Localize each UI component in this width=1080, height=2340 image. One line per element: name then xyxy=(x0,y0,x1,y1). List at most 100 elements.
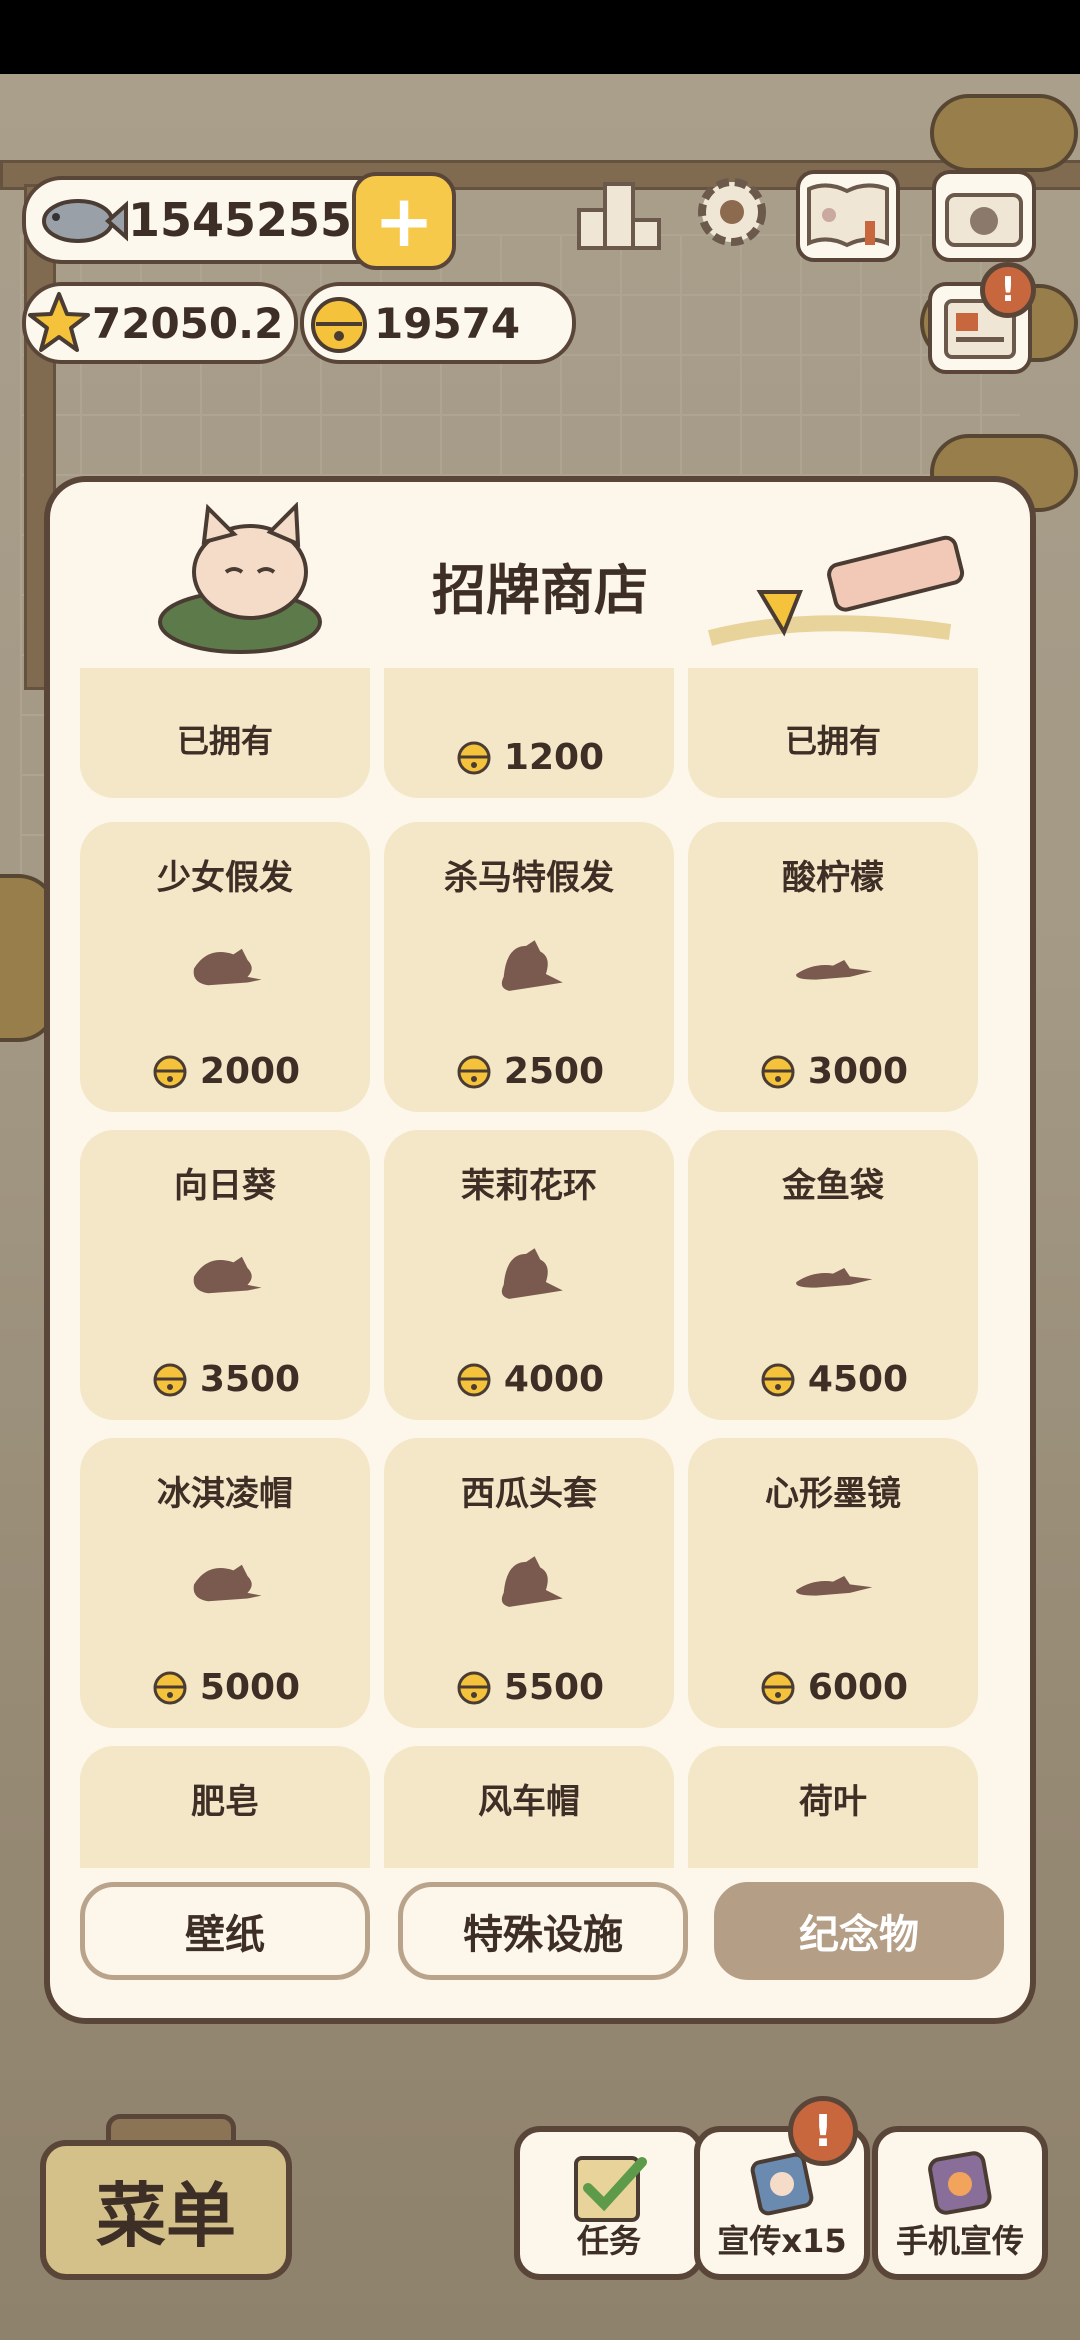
item-card[interactable]: 冰淇凌帽 5000 xyxy=(80,1438,370,1728)
paint-roller-icon xyxy=(707,535,965,646)
cat-silhouette-icon xyxy=(501,1556,563,1607)
item-card[interactable]: 1200 xyxy=(384,668,674,798)
price-value: 2000 xyxy=(199,1051,301,1092)
price-value: 3500 xyxy=(199,1359,301,1400)
tasks-label: 任务 xyxy=(576,2222,641,2260)
price-value: 5500 xyxy=(503,1667,605,1708)
promo-alert-badge: ! xyxy=(788,2096,858,2166)
item-name: 杀马特假发 xyxy=(444,858,614,898)
bell-icon xyxy=(311,297,367,353)
tab-souvenirs[interactable]: 纪念物 xyxy=(714,1882,1004,1980)
item-name: 向日葵 xyxy=(174,1166,276,1206)
bell-icon xyxy=(457,1363,491,1396)
item-card[interactable]: 西瓜头套 5500 xyxy=(384,1438,674,1728)
item-silhouette xyxy=(688,1240,978,1310)
item-card[interactable]: 酸柠檬 3000 xyxy=(688,822,978,1112)
settings-button[interactable] xyxy=(684,170,780,254)
item-grid: 已拥有 1200 已拥有 少女假发 2000 杀马特假发 2500 酸柠檬 3000 向日葵… xyxy=(80,668,1000,1868)
item-price: 4500 xyxy=(688,1359,978,1400)
item-name: 酸柠檬 xyxy=(782,858,884,898)
item-silhouette xyxy=(384,1240,674,1310)
menu-button[interactable]: 菜单 xyxy=(40,2140,292,2280)
bell-icon xyxy=(761,1671,795,1704)
item-card[interactable]: 风车帽 xyxy=(384,1746,674,1868)
item-price: 1200 xyxy=(384,737,674,778)
item-silhouette xyxy=(688,932,978,1002)
book-icon xyxy=(807,183,889,248)
item-card[interactable]: 荷叶 xyxy=(688,1746,978,1868)
owned-label: 已拥有 xyxy=(784,722,881,760)
price-value: 3000 xyxy=(807,1051,909,1092)
item-price: 2500 xyxy=(384,1051,674,1092)
item-price: 3500 xyxy=(80,1359,370,1400)
phone-promo-label: 手机宣传 xyxy=(895,2222,1024,2260)
item-card[interactable]: 已拥有 xyxy=(688,668,978,798)
item-price: 3000 xyxy=(688,1051,978,1092)
item-card[interactable]: 少女假发 2000 xyxy=(80,822,370,1112)
item-price: 5000 xyxy=(80,1667,370,1708)
bell-icon xyxy=(457,741,491,774)
bell-icon xyxy=(761,1363,795,1396)
item-name: 西瓜头套 xyxy=(461,1474,597,1514)
star-amount: 72050.2 xyxy=(92,298,284,348)
item-card[interactable]: 肥皂 xyxy=(80,1746,370,1868)
fish-counter: 15452557 xyxy=(22,176,400,264)
item-price: 4000 xyxy=(384,1359,674,1400)
item-card[interactable]: 向日葵 3500 xyxy=(80,1130,370,1420)
cat-silhouette-icon xyxy=(193,1564,262,1602)
signboard-shop-dialog: 招牌商店 已拥有 1200 已拥有 少女假发 2000 杀马特假发 2500 酸柠檬 30… xyxy=(44,476,1036,2024)
item-silhouette xyxy=(384,932,674,1002)
cat-silhouette-icon xyxy=(193,948,262,986)
item-card[interactable]: 杀马特假发 2500 xyxy=(384,822,674,1112)
star-icon xyxy=(28,292,90,352)
item-name: 少女假发 xyxy=(157,858,293,898)
price-value: 6000 xyxy=(807,1667,909,1708)
phone-promo-button[interactable]: 手机宣传 xyxy=(872,2126,1048,2280)
item-card[interactable]: 茉莉花环 4000 xyxy=(384,1130,674,1420)
cat-silhouette-icon xyxy=(796,1267,873,1288)
item-price: 5500 xyxy=(384,1667,674,1708)
cat-silhouette-icon xyxy=(193,1256,262,1294)
bell-icon xyxy=(457,1671,491,1704)
add-currency-button[interactable]: + xyxy=(352,172,456,270)
cat-silhouette-icon xyxy=(796,1575,873,1596)
fish-amount: 15452557 xyxy=(128,193,385,247)
bell-icon xyxy=(457,1055,491,1088)
item-name: 冰淇凌帽 xyxy=(157,1474,293,1514)
item-silhouette xyxy=(384,1548,674,1618)
bell-amount: 19574 xyxy=(374,298,521,348)
cat-book-button[interactable] xyxy=(796,170,900,262)
camera-icon xyxy=(945,193,1023,247)
item-card[interactable]: 心形墨镜 6000 xyxy=(688,1438,978,1728)
bell-icon xyxy=(153,1671,187,1704)
item-card[interactable]: 已拥有 xyxy=(80,668,370,798)
item-name: 肥皂 xyxy=(191,1782,259,1822)
item-name: 心形墨镜 xyxy=(765,1474,901,1514)
item-card[interactable]: 金鱼袋 4500 xyxy=(688,1130,978,1420)
item-price: 2000 xyxy=(80,1051,370,1092)
item-name: 荷叶 xyxy=(799,1782,867,1822)
item-silhouette xyxy=(80,1548,370,1618)
tab-special-facilities[interactable]: 特殊设施 xyxy=(398,1882,688,1980)
price-value: 4500 xyxy=(807,1359,909,1400)
item-silhouette xyxy=(688,1548,978,1618)
camera-button[interactable] xyxy=(932,170,1036,262)
bell-icon xyxy=(153,1363,187,1396)
item-name: 风车帽 xyxy=(478,1782,580,1822)
bell-icon xyxy=(153,1055,187,1088)
status-bar xyxy=(0,0,1080,74)
owned-label: 已拥有 xyxy=(176,722,273,760)
tab-wallpaper[interactable]: 壁纸 xyxy=(80,1882,370,1980)
price-value: 5000 xyxy=(199,1667,301,1708)
item-price: 6000 xyxy=(688,1667,978,1708)
tasks-button[interactable]: 任务 xyxy=(514,2126,704,2280)
star-counter: 72050.2 xyxy=(22,282,298,364)
bell-counter: 19574 xyxy=(300,282,576,364)
ranking-button[interactable] xyxy=(572,172,668,256)
item-silhouette xyxy=(80,932,370,1002)
gear-icon xyxy=(698,178,766,246)
cat-silhouette-icon xyxy=(501,940,563,991)
promo-label: 宣传x15 xyxy=(717,2222,847,2260)
cat-silhouette-icon xyxy=(796,959,873,980)
item-name: 金鱼袋 xyxy=(782,1166,884,1206)
